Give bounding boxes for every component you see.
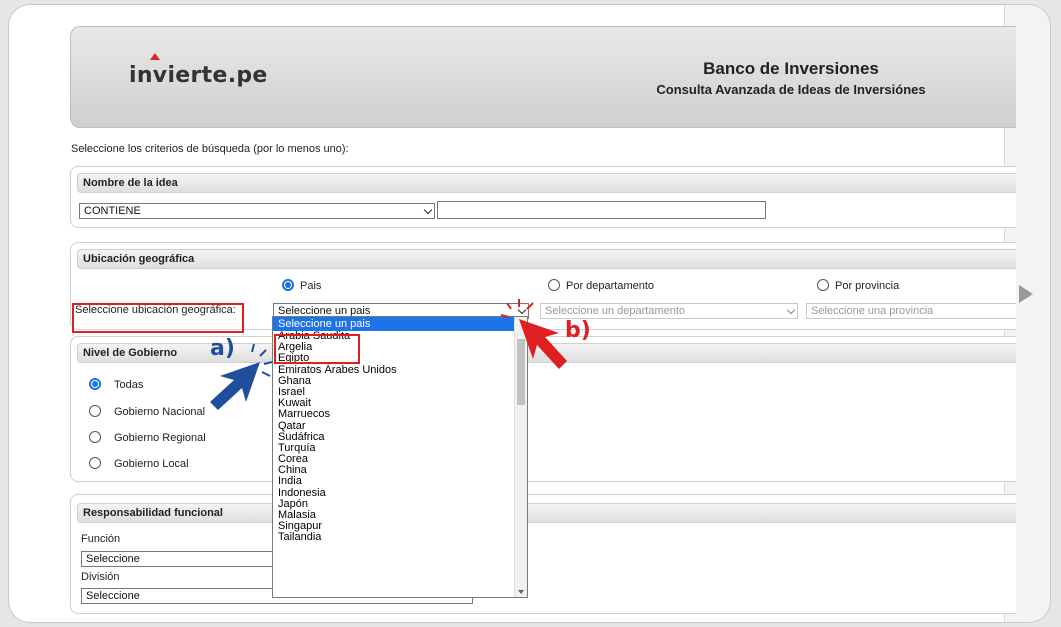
radio-gobierno-nacional-label: Gobierno Nacional — [114, 406, 206, 418]
screenshot-page: invierte.pe Banco de Inversiones Consult… — [0, 0, 1016, 627]
radio-provincia[interactable] — [817, 279, 829, 291]
radio-departamento-label: Por departamento — [566, 280, 655, 292]
pais-option[interactable]: Turquía — [273, 442, 515, 454]
pais-option[interactable]: India — [273, 476, 515, 487]
pais-option[interactable]: Tailandia — [273, 532, 515, 543]
operator-select[interactable]: CONTIENE — [79, 203, 435, 219]
provincia-select[interactable]: Seleccione una provincia — [806, 303, 1016, 319]
radio-pais-label: Pais — [300, 280, 322, 292]
pais-option[interactable]: Qatar — [273, 420, 515, 432]
pais-option[interactable]: China — [273, 465, 515, 476]
radio-gobierno-local[interactable] — [89, 457, 101, 469]
pais-option[interactable]: Seleccione un pais — [273, 317, 515, 331]
pais-option[interactable]: Corea — [273, 453, 515, 465]
provincia-select-value: Seleccione una provincia — [811, 305, 934, 317]
radio-gobierno-local-label: Gobierno Local — [114, 458, 189, 470]
idea-name-input[interactable] — [437, 201, 766, 219]
radio-gobierno-regional-label: Gobierno Regional — [114, 432, 206, 444]
pais-option[interactable]: Indonesia — [273, 487, 515, 499]
annotation-arrow-b — [500, 299, 567, 369]
funcion-label: Función — [81, 533, 121, 545]
radio-todas[interactable] — [89, 378, 101, 390]
division-select-value: Seleccione — [86, 590, 140, 602]
responsabilidad-section: Responsabilidad funcional Función Selecc… — [70, 494, 1016, 614]
radio-gobierno-regional[interactable] — [89, 431, 101, 443]
invierte-logo: invierte.pe — [129, 63, 268, 88]
page-subtitle: Consulta Avanzada de Ideas de Inversióne… — [656, 82, 926, 97]
page-title: Banco de Inversiones — [703, 59, 879, 78]
annotation-arrow-a — [210, 343, 273, 410]
pais-option[interactable]: Ghana — [273, 375, 515, 387]
cursor-arrow-icon — [210, 362, 260, 410]
radio-gobierno-nacional[interactable] — [89, 405, 101, 417]
cursor-arrow-icon — [519, 319, 567, 369]
radio-pais[interactable] — [282, 279, 294, 291]
radio-departamento[interactable] — [548, 279, 560, 291]
ubicacion-legend: Ubicación geográfica — [77, 249, 1016, 269]
chevron-down-icon — [786, 305, 796, 315]
funcion-select-value: Seleccione — [86, 553, 140, 565]
radio-provincia-label: Por provincia — [835, 280, 900, 292]
nombre-idea-legend: Nombre de la idea — [77, 173, 1016, 193]
division-label: División — [81, 571, 120, 583]
chevron-right-icon — [1019, 285, 1033, 303]
highlight-box-ubicacion-label — [72, 303, 244, 333]
header-banner: invierte.pe Banco de Inversiones Consult… — [70, 26, 1016, 128]
nombre-idea-section: Nombre de la idea CONTIENE — [70, 166, 1016, 228]
criteria-instructions: Seleccione los criterios de búsqueda (po… — [71, 143, 349, 155]
responsabilidad-legend: Responsabilidad funcional — [77, 503, 1016, 523]
pais-option[interactable]: Marruecos — [273, 409, 515, 420]
logo-caret-icon — [150, 53, 160, 60]
highlight-box-argelia — [274, 334, 360, 364]
chevron-down-icon — [423, 205, 433, 215]
operator-select-value: CONTIENE — [84, 205, 141, 217]
radio-todas-label: Todas — [114, 379, 144, 391]
scroll-down-arrow-icon[interactable] — [518, 590, 524, 594]
